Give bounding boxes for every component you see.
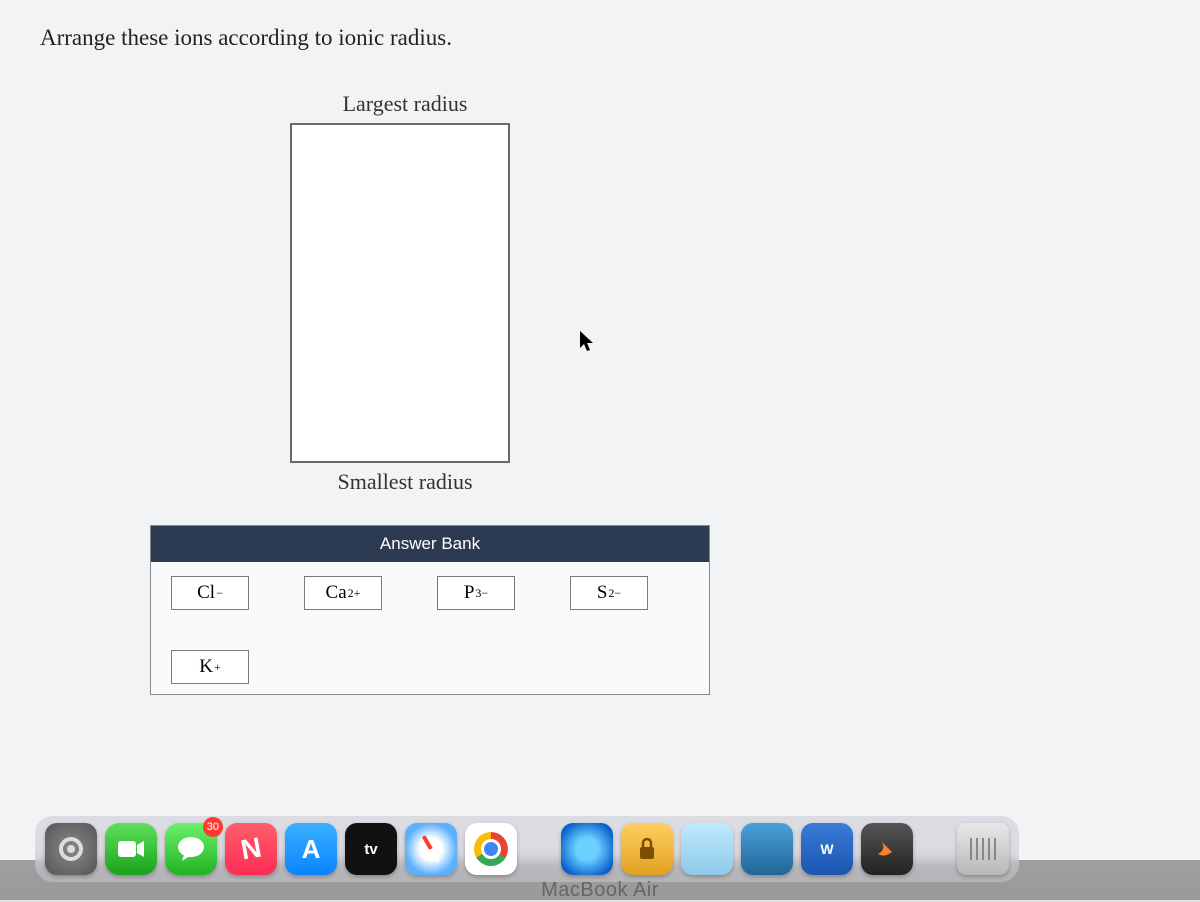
ion-symbol: S bbox=[597, 582, 608, 604]
question-text: Arrange these ions according to ionic ra… bbox=[40, 25, 1160, 51]
macos-dock: 30 N A tv W bbox=[35, 816, 1019, 882]
ion-charge: 2+ bbox=[348, 586, 361, 601]
ion-tile-p[interactable]: P3− bbox=[437, 576, 515, 610]
trash-lines-icon bbox=[970, 838, 996, 860]
trash-icon[interactable] bbox=[957, 823, 1009, 875]
ion-charge: − bbox=[216, 586, 223, 601]
word-glyph: W bbox=[820, 841, 833, 857]
rank-drop-zone[interactable] bbox=[290, 123, 510, 463]
ion-symbol: Ca bbox=[326, 582, 347, 604]
answer-bank-title: Answer Bank bbox=[151, 526, 709, 562]
settings-icon[interactable] bbox=[45, 823, 97, 875]
app-icon-generic-1[interactable] bbox=[681, 823, 733, 875]
lock-icon[interactable] bbox=[621, 823, 673, 875]
label-smallest: Smallest radius bbox=[290, 469, 520, 495]
answer-bank: Answer Bank Cl− Ca2+ P3− S2− K+ bbox=[150, 525, 710, 695]
ion-tile-ca[interactable]: Ca2+ bbox=[304, 576, 382, 610]
news-glyph: N bbox=[238, 831, 263, 866]
ion-symbol: Cl bbox=[197, 582, 215, 604]
chrome-inner-icon bbox=[474, 832, 508, 866]
chrome-icon[interactable] bbox=[465, 823, 517, 875]
app-icon-generic-2[interactable] bbox=[741, 823, 793, 875]
messages-icon[interactable]: 30 bbox=[165, 823, 217, 875]
quiz-page: Arrange these ions according to ionic ra… bbox=[0, 0, 1200, 860]
safari-icon[interactable] bbox=[405, 823, 457, 875]
ion-tile-k[interactable]: K+ bbox=[171, 650, 249, 684]
ion-charge: 2− bbox=[608, 586, 621, 601]
device-label: MacBook Air bbox=[541, 879, 659, 902]
ion-symbol: K bbox=[199, 656, 213, 678]
appletv-icon[interactable]: tv bbox=[345, 823, 397, 875]
dev-app-icon[interactable] bbox=[861, 823, 913, 875]
ion-charge: 3− bbox=[475, 586, 488, 601]
ion-symbol: P bbox=[464, 582, 475, 604]
facetime-icon[interactable] bbox=[105, 823, 157, 875]
appstore-glyph: A bbox=[302, 834, 321, 865]
ion-tile-cl[interactable]: Cl− bbox=[171, 576, 249, 610]
messages-badge: 30 bbox=[203, 817, 223, 837]
tv-label: tv bbox=[364, 841, 377, 858]
rank-area: Largest radius Smallest radius bbox=[290, 91, 520, 495]
globe-icon[interactable] bbox=[561, 823, 613, 875]
ion-tile-s[interactable]: S2− bbox=[570, 576, 648, 610]
appstore-icon[interactable]: A bbox=[285, 823, 337, 875]
news-icon[interactable]: N bbox=[225, 823, 277, 875]
answer-bank-body: Cl− Ca2+ P3− S2− K+ bbox=[151, 562, 709, 694]
ion-charge: + bbox=[214, 660, 221, 675]
safari-needle-icon bbox=[422, 835, 440, 863]
word-icon[interactable]: W bbox=[801, 823, 853, 875]
label-largest: Largest radius bbox=[290, 91, 520, 117]
